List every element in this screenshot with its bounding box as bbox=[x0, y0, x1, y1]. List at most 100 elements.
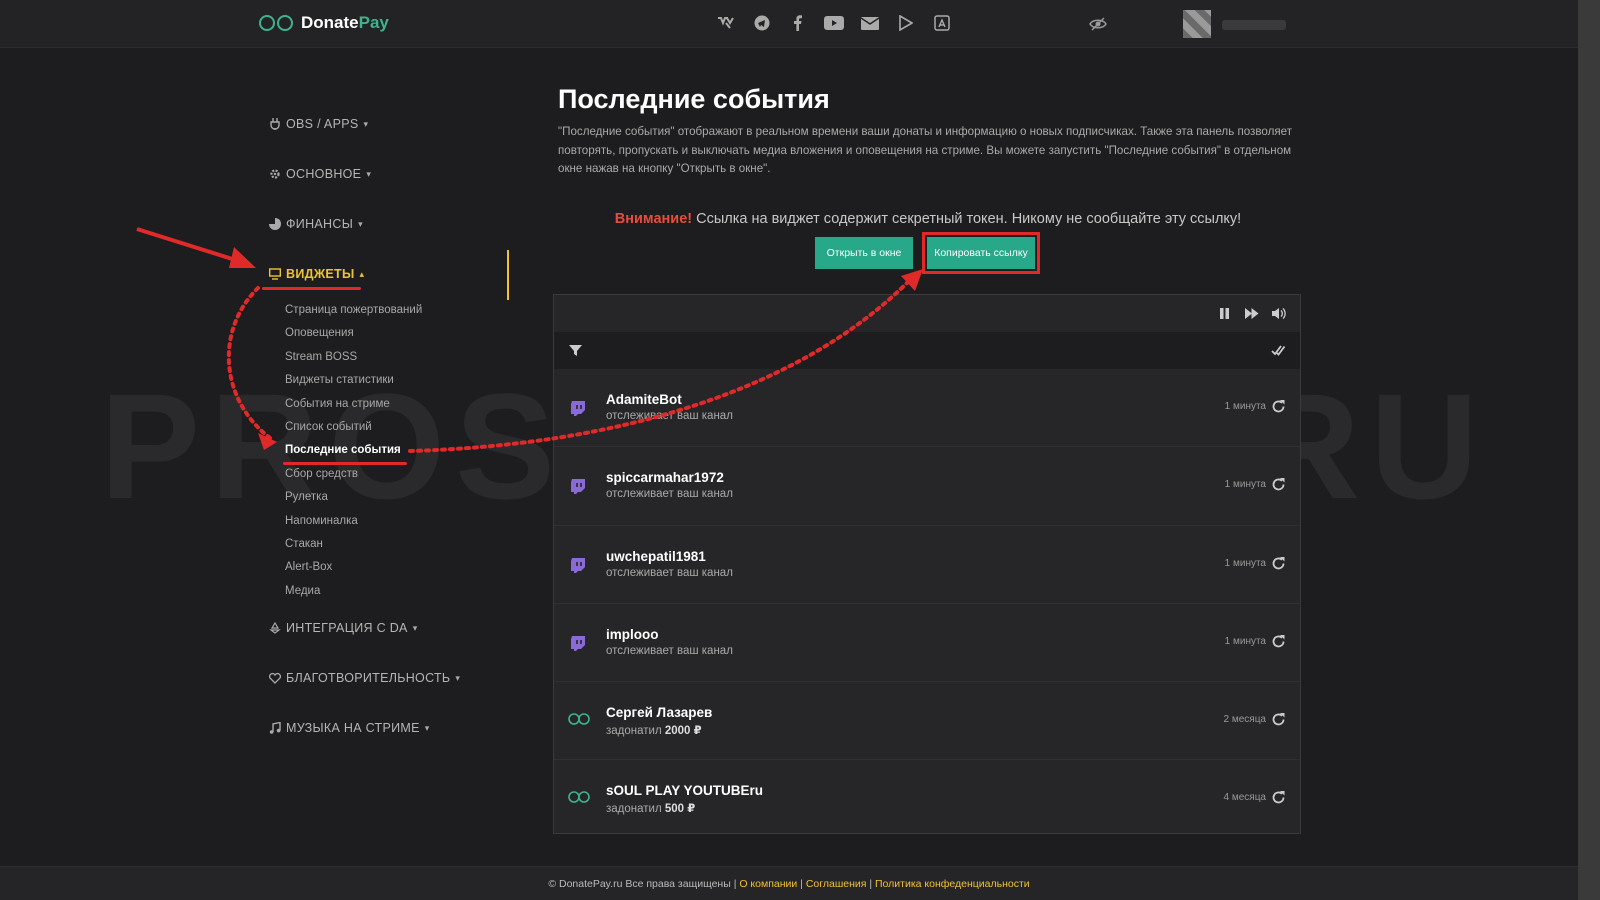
event-action: задонатил bbox=[606, 725, 665, 738]
sidebar-item-widgets[interactable]: ВИДЖЕТЫ ▴ bbox=[269, 266, 364, 282]
event-action: задонатил bbox=[606, 803, 665, 816]
youtube-icon[interactable] bbox=[824, 13, 844, 33]
donatepay-logo[interactable]: DonatePay bbox=[259, 12, 389, 34]
chevron-down-icon: ▾ bbox=[363, 118, 369, 129]
about-link[interactable]: О компании bbox=[739, 878, 797, 890]
sidebar-item-finance[interactable]: ФИНАНСЫ ▾ bbox=[269, 216, 363, 232]
sidebar-item-roulette[interactable]: Рулетка bbox=[285, 489, 422, 512]
event-row: AdamiteBot отслеживает ваш канал 1 минута bbox=[554, 369, 1300, 448]
repeat-icon[interactable] bbox=[1271, 634, 1286, 649]
music-note-icon bbox=[269, 722, 281, 734]
gear-icon bbox=[270, 169, 280, 179]
logo-icon bbox=[259, 14, 297, 32]
chevron-down-icon: ▾ bbox=[366, 168, 372, 179]
annotation-arrow-to-widgets bbox=[136, 227, 246, 265]
annotation-underline-widgets bbox=[262, 287, 361, 290]
avatar[interactable] bbox=[1183, 10, 1211, 38]
terms-link[interactable]: Соглашения bbox=[806, 878, 867, 890]
eye-hidden-icon[interactable] bbox=[1088, 14, 1108, 34]
chevron-down-icon: ▾ bbox=[358, 218, 363, 229]
event-description: отслеживает ваш канал bbox=[606, 645, 733, 657]
open-in-window-button[interactable]: Открыть в окне bbox=[815, 237, 913, 269]
sidebar-item-charity[interactable]: БЛАГОТВОРИТЕЛЬНОСТЬ ▾ bbox=[269, 670, 460, 686]
double-check-icon[interactable] bbox=[1271, 343, 1286, 358]
event-description: отслеживает ваш канал bbox=[606, 410, 733, 422]
sidebar-item-label: ОСНОВНОЕ bbox=[286, 167, 362, 181]
scrollbar[interactable] bbox=[1578, 0, 1600, 900]
sidebar-item-donation-page[interactable]: Страница пожертвований bbox=[285, 302, 422, 325]
volume-icon[interactable] bbox=[1271, 306, 1286, 321]
top-bar: DonatePay bbox=[0, 0, 1578, 48]
logo-text: DonatePay bbox=[301, 13, 389, 32]
sidebar-item-event-list[interactable]: Список событий bbox=[285, 419, 422, 442]
app-store-icon[interactable] bbox=[932, 13, 952, 33]
event-description: задонатил 500 ₽ bbox=[606, 801, 695, 815]
annotation-dotted-curve-left bbox=[226, 286, 272, 440]
event-name: uwchepatil1981 bbox=[606, 548, 706, 564]
sidebar-item-integration[interactable]: ИНТЕГРАЦИЯ С DA ▾ bbox=[269, 620, 418, 636]
warning-text: Ссылка на виджет содержит секретный токе… bbox=[692, 211, 1242, 227]
sidebar-item-music[interactable]: МУЗЫКА НА СТРИМЕ ▾ bbox=[269, 720, 430, 736]
recycle-icon bbox=[269, 622, 281, 634]
privacy-link[interactable]: Политика конфеденциальности bbox=[875, 878, 1030, 890]
donation-amount: 500 ₽ bbox=[664, 803, 696, 816]
twitch-icon bbox=[568, 477, 588, 497]
pause-icon[interactable] bbox=[1217, 306, 1232, 321]
footer-separator: | bbox=[797, 878, 806, 890]
annotation-arrowhead-copy bbox=[901, 269, 923, 291]
sidebar-item-label: ФИНАНСЫ bbox=[286, 217, 354, 231]
widget-submenu: Страница пожертвований Оповещения Stream… bbox=[285, 302, 422, 606]
repeat-icon[interactable] bbox=[1271, 477, 1286, 492]
social-links bbox=[716, 13, 952, 33]
events-filter-bar bbox=[554, 332, 1300, 369]
copy-link-button[interactable]: Копировать ссылку bbox=[922, 232, 1040, 274]
sidebar-item-label: OBS / APPS bbox=[286, 117, 359, 131]
twitch-icon bbox=[568, 556, 588, 576]
sidebar-item-alerts[interactable]: Оповещения bbox=[285, 325, 422, 348]
sidebar-item-main[interactable]: ОСНОВНОЕ ▾ bbox=[269, 166, 371, 182]
repeat-icon[interactable] bbox=[1271, 790, 1286, 805]
user-name[interactable] bbox=[1222, 20, 1286, 30]
event-description: отслеживает ваш канал bbox=[606, 567, 733, 579]
facebook-icon[interactable] bbox=[788, 13, 808, 33]
footer-separator: | bbox=[866, 878, 875, 890]
annotation-underline-last-events bbox=[283, 462, 407, 465]
sidebar-item-glass[interactable]: Стакан bbox=[285, 536, 422, 559]
sidebar-item-label: БЛАГОТВОРИТЕЛЬНОСТЬ bbox=[286, 671, 451, 685]
sidebar-item-obs-apps[interactable]: OBS / APPS ▾ bbox=[269, 116, 368, 132]
sidebar-item-alert-box[interactable]: Alert-Box bbox=[285, 559, 422, 582]
copyright-text: © DonatePay.ru Все права защищены | bbox=[548, 878, 740, 890]
event-name: sOUL PLAY YOUTUBEru bbox=[606, 783, 764, 799]
donatepay-icon bbox=[568, 790, 590, 810]
donation-message: СПАСИБО ЗА КОНСУЛЬТАЦИЮ, ПОЛЕЗНУЮ ИНФУ bbox=[566, 832, 786, 833]
event-description: отслеживает ваш канал bbox=[606, 488, 733, 500]
sidebar-item-stats-widgets[interactable]: Виджеты статистики bbox=[285, 372, 422, 395]
plug-icon bbox=[270, 118, 280, 130]
event-name: implooo bbox=[606, 626, 659, 642]
mail-icon[interactable] bbox=[860, 13, 880, 33]
repeat-icon[interactable] bbox=[1271, 556, 1286, 571]
repeat-icon[interactable] bbox=[1271, 712, 1286, 727]
filter-icon[interactable] bbox=[568, 343, 583, 358]
event-name: spiccarmahar1972 bbox=[606, 470, 724, 486]
sidebar-item-reminder[interactable]: Напоминалка bbox=[285, 513, 422, 536]
warning-message: Внимание! Ссылка на виджет содержит секр… bbox=[558, 211, 1298, 227]
telegram-icon[interactable] bbox=[752, 13, 772, 33]
event-row: implooo отслеживает ваш канал 1 минута bbox=[554, 603, 1300, 683]
repeat-icon[interactable] bbox=[1271, 399, 1286, 414]
sidebar-item-fundraising[interactable]: Сбор средств bbox=[285, 466, 422, 489]
google-play-icon[interactable] bbox=[896, 13, 916, 33]
annotation-arrowhead-last-events bbox=[258, 433, 277, 450]
sidebar-item-label: ИНТЕГРАЦИЯ С DA bbox=[286, 621, 408, 635]
vk-icon[interactable] bbox=[716, 13, 736, 33]
event-description: задонатил 2000 ₽ bbox=[606, 723, 702, 737]
sidebar-item-stream-events[interactable]: События на стриме bbox=[285, 396, 422, 419]
active-indicator bbox=[507, 250, 509, 300]
sidebar-item-stream-boss[interactable]: Stream BOSS bbox=[285, 349, 422, 372]
event-row: spiccarmahar1972 отслеживает ваш канал 1 м… bbox=[554, 447, 1300, 526]
skip-forward-icon[interactable] bbox=[1244, 306, 1259, 321]
chevron-up-icon: ▴ bbox=[359, 268, 365, 279]
event-time: 4 месяца bbox=[1223, 792, 1266, 804]
monitor-icon bbox=[269, 268, 281, 280]
sidebar-item-media[interactable]: Медиа bbox=[285, 583, 422, 606]
